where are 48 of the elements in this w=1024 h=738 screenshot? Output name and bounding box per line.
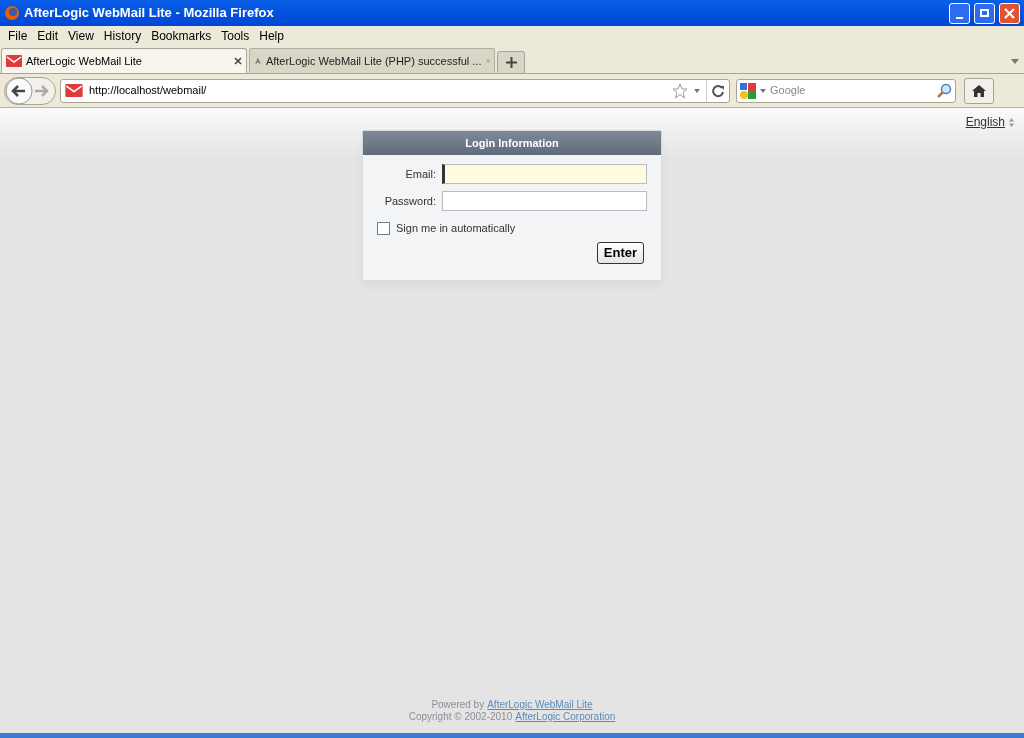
home-button[interactable] xyxy=(964,77,994,104)
menu-item[interactable]: Help xyxy=(255,27,288,45)
search-engine-icon[interactable] xyxy=(740,82,756,99)
text-input[interactable] xyxy=(442,191,647,211)
tab-title: AfterLogic WebMail Lite (PHP) successful ... xyxy=(265,53,482,69)
search-input[interactable]: Google xyxy=(770,82,932,99)
envelope-icon xyxy=(6,55,22,67)
footer-text: Copyright © 2002-2010 xyxy=(408,711,513,723)
back-forward-control[interactable] xyxy=(4,76,56,105)
window-title: AfterLogic WebMail Lite - Mozilla Firefox xyxy=(24,4,275,23)
menu-item[interactable]: History xyxy=(99,27,146,45)
star-icon[interactable] xyxy=(672,82,688,99)
search-field[interactable]: Google xyxy=(736,78,956,103)
close-icon xyxy=(1004,7,1015,19)
caret-icon[interactable] xyxy=(760,88,766,93)
menu-item[interactable]: File xyxy=(4,27,32,45)
language-selector[interactable]: English xyxy=(965,113,1005,131)
checkbox[interactable] xyxy=(377,221,390,235)
browser-tab[interactable]: AfterLogic WebMail Lite (PHP) successful ... xyxy=(249,48,495,73)
tab-close-icon[interactable] xyxy=(234,57,242,65)
plus-icon xyxy=(505,57,517,68)
menu-item[interactable]: Bookmarks xyxy=(147,27,216,45)
search-icon[interactable] xyxy=(936,82,952,99)
address-bar[interactable]: http://localhost/webmail/ xyxy=(60,78,730,103)
home-icon xyxy=(971,83,987,98)
checkbox-label: Sign me in automatically xyxy=(396,221,516,236)
menu-item[interactable]: View xyxy=(64,27,98,45)
menu-item[interactable]: Edit xyxy=(33,27,63,45)
envelope-icon xyxy=(65,84,83,97)
url-text: http://localhost/webmail/ xyxy=(89,83,208,99)
menu-item[interactable]: Tools xyxy=(217,27,254,45)
new-tab-button[interactable] xyxy=(497,51,525,73)
card-title: Login Information xyxy=(465,135,559,151)
restore-button[interactable] xyxy=(974,2,995,24)
reload-icon[interactable] xyxy=(711,83,725,98)
field-label: Password: xyxy=(383,193,436,209)
close-button[interactable] xyxy=(999,2,1020,24)
enter-button[interactable]: Enter xyxy=(596,241,644,264)
field-label: Email: xyxy=(404,166,436,182)
dropdown-caret-icon[interactable] xyxy=(1011,59,1019,64)
minimize-button[interactable] xyxy=(949,2,970,24)
caret-icon[interactable] xyxy=(694,88,700,93)
footer-text: Powered by xyxy=(431,699,485,711)
tab-title: AfterLogic WebMail Lite xyxy=(26,53,143,69)
browser-tab[interactable]: AfterLogic WebMail Lite xyxy=(1,48,247,73)
browser-logo-icon xyxy=(4,5,20,21)
sort-arrows-icon[interactable] xyxy=(1009,117,1014,127)
text-input[interactable] xyxy=(442,164,647,184)
